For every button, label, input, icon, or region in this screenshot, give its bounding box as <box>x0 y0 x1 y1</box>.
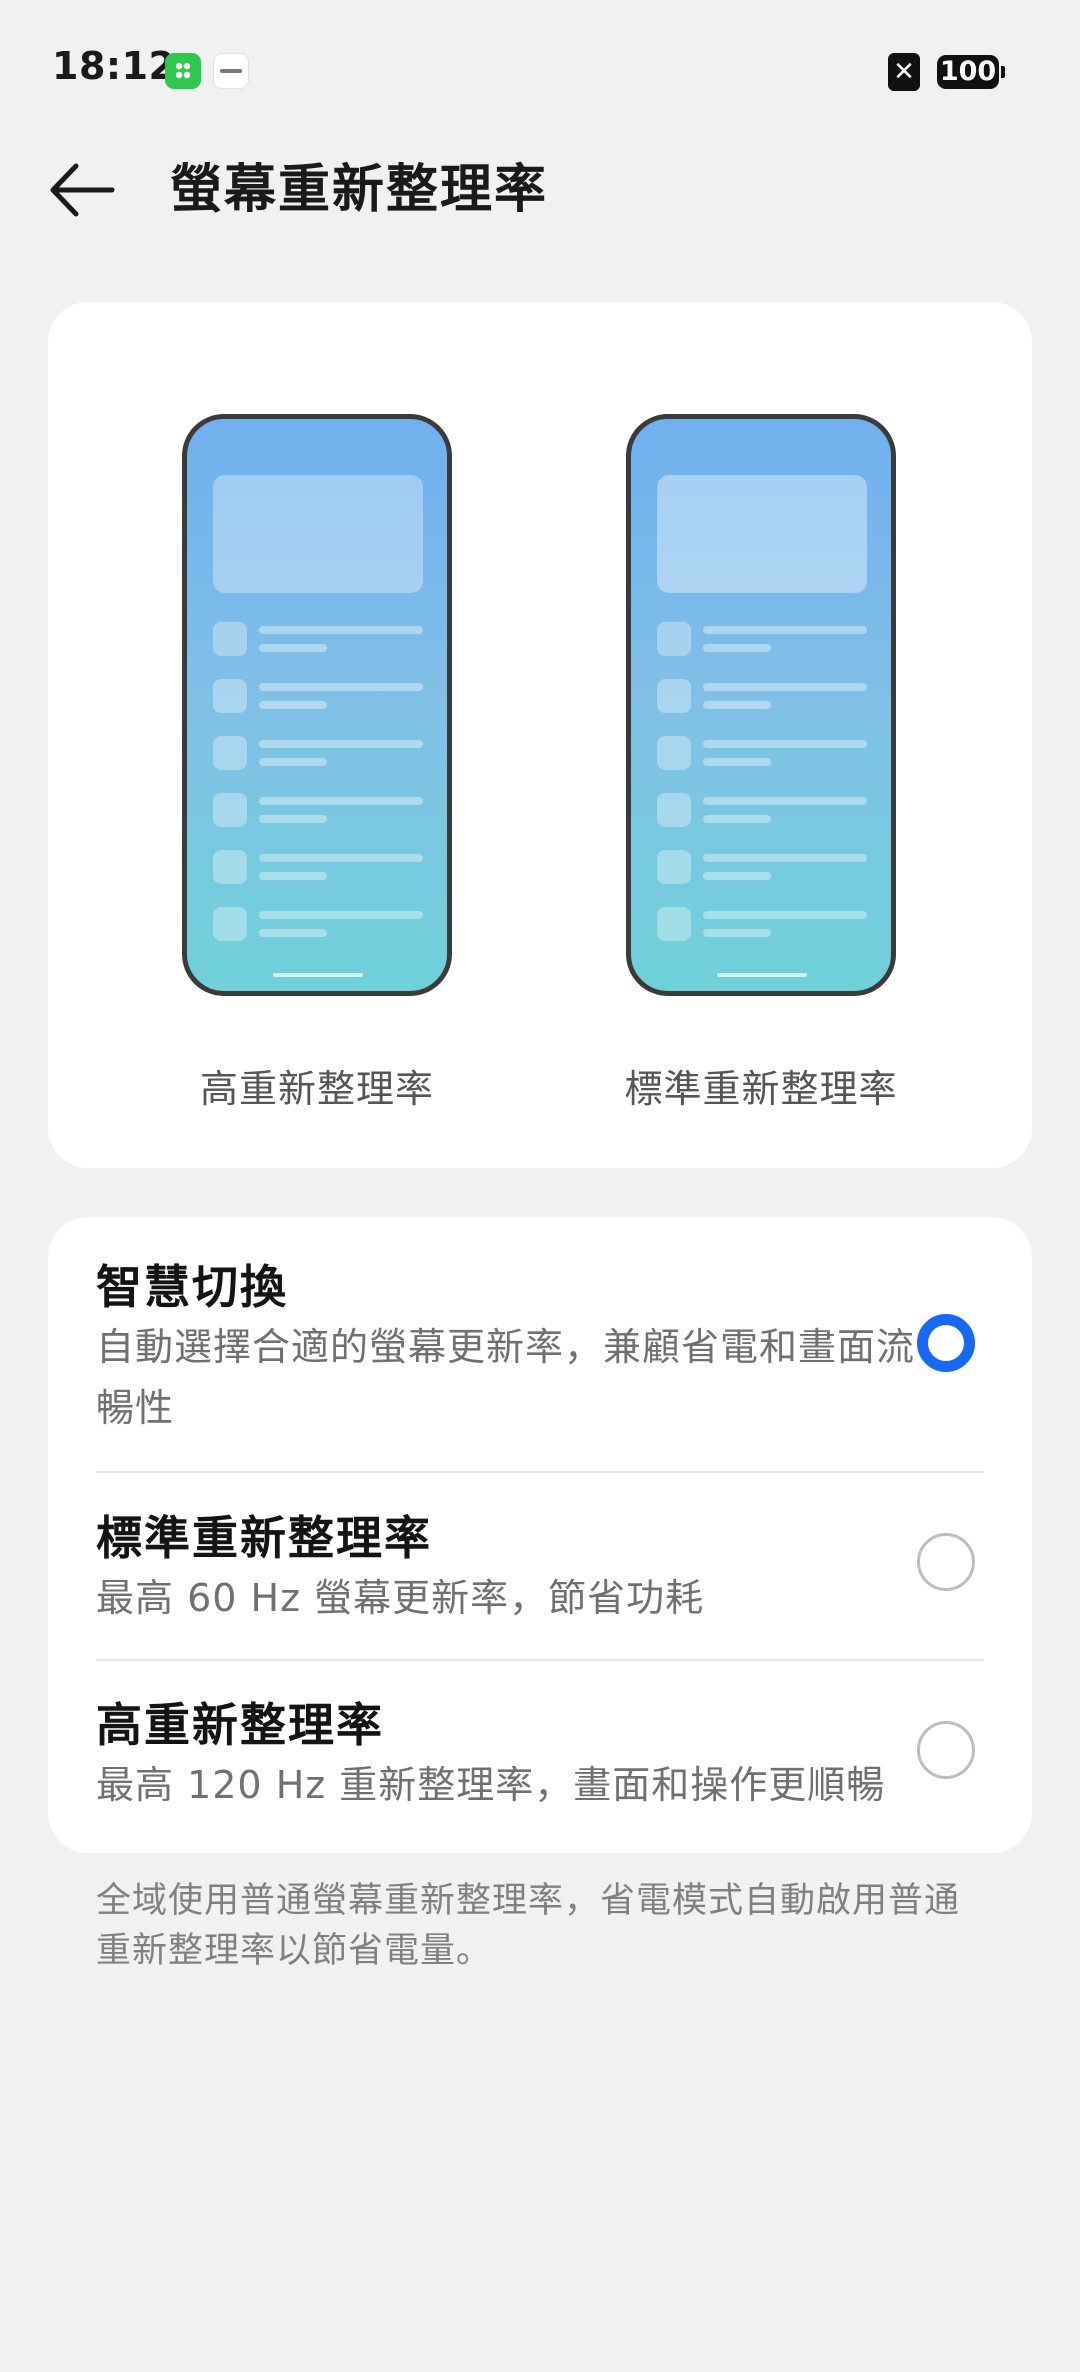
back-button[interactable] <box>46 158 118 222</box>
close-notification-icon: ✕ <box>888 53 920 91</box>
green-app-icon <box>165 53 201 89</box>
standard-refresh-phone-illustration <box>626 414 896 996</box>
option-description: 自動選擇合適的螢幕更新率，兼顧省電和畫面流暢性 <box>96 1325 916 1430</box>
option-smart-switch[interactable]: 智慧切換 自動選擇合適的螢幕更新率，兼顧省電和畫面流暢性 <box>48 1217 1032 1473</box>
illustration-row <box>213 907 423 941</box>
illustration-row <box>657 736 867 770</box>
option-title: 標準重新整理率 <box>96 1511 432 1565</box>
illustration-row <box>213 793 423 827</box>
high-refresh-phone-illustration <box>182 414 452 996</box>
illustration-row <box>213 850 423 884</box>
header: 螢幕重新整理率 <box>0 140 1080 240</box>
option-description: 最高 60 Hz 螢幕更新率，節省功耗 <box>96 1576 705 1620</box>
illustration-row <box>213 736 423 770</box>
illustration-row <box>657 850 867 884</box>
illustration-home-bar <box>717 973 807 977</box>
option-title: 高重新整理率 <box>96 1698 384 1752</box>
option-standard-refresh[interactable]: 標準重新整理率 最高 60 Hz 螢幕更新率，節省功耗 <box>48 1473 1032 1661</box>
illustration-banner <box>657 475 867 593</box>
illustration-row <box>657 907 867 941</box>
option-high-refresh[interactable]: 高重新整理率 最高 120 Hz 重新整理率，畫面和操作更順暢 <box>48 1661 1032 1853</box>
illustration-row <box>657 679 867 713</box>
battery-icon: 100 <box>937 55 1005 89</box>
illustration-row <box>213 622 423 656</box>
option-description: 最高 120 Hz 重新整理率，畫面和操作更順暢 <box>96 1763 886 1807</box>
standard-refresh-preview-label: 標準重新整理率 <box>624 1067 898 1111</box>
footer-note: 全域使用普通螢幕重新整理率，省電模式自動啟用普通重新整理率以節省電量。 <box>96 1881 961 1971</box>
radio-button-selected[interactable] <box>917 1314 975 1372</box>
radio-button[interactable] <box>917 1533 975 1591</box>
illustration-banner <box>213 475 423 593</box>
status-time: 18:12 <box>52 44 176 88</box>
illustration-row <box>657 622 867 656</box>
preview-card: 高重新整理率 標準重新整理率 <box>48 302 1032 1168</box>
refresh-rate-options: 智慧切換 自動選擇合適的螢幕更新率，兼顧省電和畫面流暢性 標準重新整理率 最高 … <box>48 1217 1032 1853</box>
option-title: 智慧切換 <box>96 1260 288 1314</box>
white-app-icon <box>213 53 249 89</box>
radio-button[interactable] <box>917 1721 975 1779</box>
illustration-row <box>213 679 423 713</box>
page-title: 螢幕重新整理率 <box>170 160 549 220</box>
high-refresh-preview-label: 高重新整理率 <box>199 1067 434 1111</box>
arrow-left-icon <box>50 163 115 217</box>
illustration-home-bar <box>273 973 363 977</box>
illustration-row <box>657 793 867 827</box>
status-bar: 18:12 ✕ 100 <box>0 0 1080 140</box>
